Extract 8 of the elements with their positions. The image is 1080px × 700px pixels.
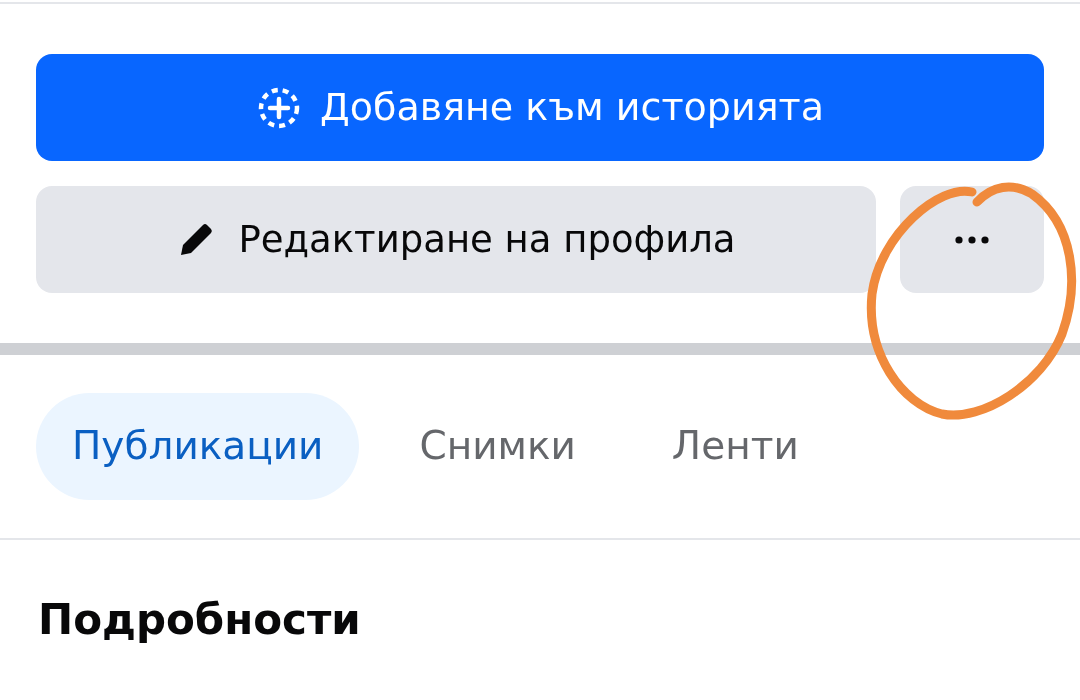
edit-profile-button[interactable]: Редактиране на профила (36, 186, 876, 293)
more-icon (955, 235, 989, 244)
tab[interactable]: Снимки (383, 393, 612, 500)
more-button[interactable] (900, 186, 1044, 293)
tab[interactable]: Публикации (36, 393, 360, 500)
add-to-story-button[interactable]: Добавяне към историята (36, 54, 1044, 161)
section-heading: Подробности (37, 594, 362, 646)
tab[interactable]: Ленти (635, 393, 835, 500)
